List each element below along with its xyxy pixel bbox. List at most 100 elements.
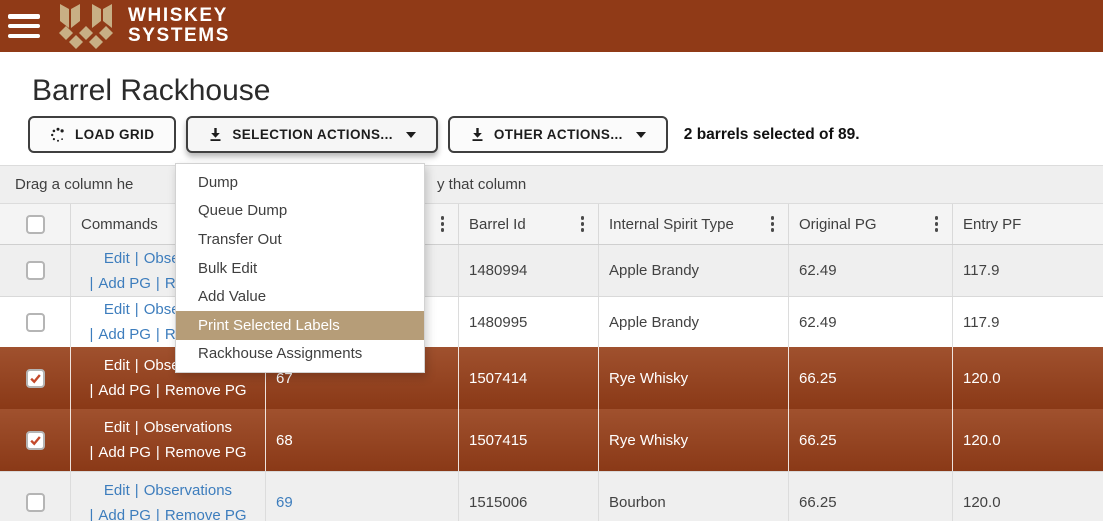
row-select-cell [0, 347, 70, 409]
edit-link[interactable]: Edit [104, 250, 130, 267]
table-row-selected: Edit | Observations | Add PG | Remove PG 68 1… [0, 409, 1103, 471]
menu-item-dump[interactable]: Dump [176, 168, 424, 197]
column-menu-icon[interactable] [437, 210, 449, 238]
remove-pg-link[interactable]: Remove PG [165, 382, 247, 399]
barrel-id-cell: 1515006 [458, 472, 598, 521]
original-pg-cell: 62.49 [788, 245, 952, 296]
brand-name: WHISKEY SYSTEMS [128, 4, 230, 46]
observations-link[interactable]: Observations [144, 482, 232, 499]
row-checkbox[interactable] [25, 261, 45, 280]
menu-item-rackhouse-assignments[interactable]: Rackhouse Assignments [176, 340, 424, 369]
select-all-checkbox[interactable] [25, 214, 45, 234]
edit-link[interactable]: Edit [104, 482, 130, 499]
table-row-selected: Edit|Observations |Add PG|Remove PG 67 1… [0, 347, 1103, 409]
entry-pf-cell: 120.0 [952, 347, 1103, 409]
spirit-type-cell: Rye Whisky [598, 409, 788, 471]
menu-item-bulk-edit[interactable]: Bulk Edit [176, 254, 424, 283]
top-navigation-bar: WHISKEY SYSTEMS [0, 0, 1103, 52]
column-menu-icon[interactable] [767, 210, 779, 238]
commands-cell: Edit|Observations |Add PG|Remove PG [70, 472, 265, 521]
barrel-id-cell: 1480994 [458, 245, 598, 296]
spinner-icon [51, 127, 64, 142]
add-pg-link[interactable]: Add PG [98, 507, 151, 521]
add-pg-link[interactable]: Add PG [98, 444, 151, 461]
edit-link[interactable]: Edit [104, 419, 130, 436]
other-actions-button[interactable]: OTHER ACTIONS... [447, 116, 668, 153]
load-grid-button[interactable]: LOAD GRID [28, 116, 177, 153]
whiskey-systems-logo-icon [59, 4, 113, 49]
toolbar: LOAD GRID SELECTION ACTIONS... OTHER ACT… [28, 116, 860, 153]
original-pg-cell: 66.25 [788, 347, 952, 409]
separator: | [155, 274, 160, 292]
grid-header-row: Commands Barrel Id Internal Spirit Type … [0, 204, 1103, 245]
spirit-type-cell: Apple Brandy [598, 245, 788, 296]
separator: | [89, 274, 94, 292]
commands-cell: Edit|Observations |Add PG|Remove PG [70, 409, 265, 471]
menu-item-add-value[interactable]: Add Value [176, 282, 424, 311]
original-pg-cell: 66.25 [788, 409, 952, 471]
row-checkbox-checked[interactable] [25, 368, 45, 388]
barrel-number-link[interactable]: 69 [276, 494, 293, 511]
remove-pg-link[interactable]: Remove PG [165, 444, 247, 461]
selection-summary: 2 barrels selected of 89. [683, 125, 860, 143]
column-header-barrel-id[interactable]: Barrel Id [458, 204, 598, 244]
select-all-cell [0, 204, 70, 244]
group-by-hint-bar: Drag a column he y that column [0, 166, 1103, 204]
column-menu-icon[interactable] [577, 210, 589, 238]
barrel-number-cell: 68 [265, 409, 458, 471]
edit-link[interactable]: Edit [104, 357, 130, 374]
add-pg-link[interactable]: Add PG [98, 275, 151, 292]
menu-item-print-selected-labels[interactable]: Print Selected Labels [176, 310, 424, 340]
hamburger-menu-icon[interactable] [8, 14, 40, 38]
menu-item-transfer-out[interactable]: Transfer Out [176, 225, 424, 254]
original-pg-cell: 66.25 [788, 472, 952, 521]
menu-item-queue-dump[interactable]: Queue Dump [176, 197, 424, 226]
download-icon [472, 128, 483, 141]
separator: | [155, 382, 160, 399]
edit-link[interactable]: Edit [104, 301, 130, 318]
column-menu-icon[interactable] [931, 210, 943, 238]
add-pg-link[interactable]: Add PG [98, 382, 151, 399]
page-title: Barrel Rackhouse [32, 74, 271, 107]
barrel-number-link[interactable]: 68 [276, 432, 293, 449]
download-icon [210, 128, 221, 141]
barrel-number-cell: 69 [265, 472, 458, 521]
chevron-down-icon [635, 131, 646, 138]
row-select-cell [0, 297, 70, 347]
observations-link[interactable]: Observations [144, 419, 232, 436]
barrel-id-cell: 1480995 [458, 297, 598, 347]
separator: | [89, 444, 94, 461]
separator: | [134, 249, 139, 267]
table-row: Edit|Observations |Add PG|Remove PG 1480… [0, 245, 1103, 296]
selection-actions-menu: Dump Queue Dump Transfer Out Bulk Edit A… [175, 163, 425, 374]
remove-pg-link[interactable]: Remove PG [165, 507, 247, 521]
separator: | [134, 419, 139, 436]
entry-pf-cell: 117.9 [952, 245, 1103, 296]
spirit-type-cell: Rye Whisky [598, 347, 788, 409]
barrel-grid: Drag a column he y that column Commands … [0, 165, 1103, 521]
spirit-type-cell: Bourbon [598, 472, 788, 521]
separator: | [89, 326, 94, 343]
spirit-type-cell: Apple Brandy [598, 297, 788, 347]
column-header-entry-pf[interactable]: Entry PF [952, 204, 1103, 244]
separator: | [89, 382, 94, 399]
separator: | [134, 481, 139, 499]
row-checkbox[interactable] [25, 493, 45, 512]
add-pg-link[interactable]: Add PG [98, 326, 151, 343]
separator: | [155, 506, 160, 521]
row-select-cell [0, 472, 70, 521]
column-header-original-pg[interactable]: Original PG [788, 204, 952, 244]
chevron-down-icon [405, 131, 416, 138]
row-checkbox-checked[interactable] [25, 430, 45, 450]
barrel-id-cell: 1507414 [458, 347, 598, 409]
column-header-internal-spirit-type[interactable]: Internal Spirit Type [598, 204, 788, 244]
separator: | [89, 506, 94, 521]
entry-pf-cell: 120.0 [952, 472, 1103, 521]
separator: | [155, 444, 160, 461]
table-row: Edit | Observations | Add PG | Remove PG 69 1… [0, 471, 1103, 521]
entry-pf-cell: 117.9 [952, 297, 1103, 347]
row-checkbox[interactable] [25, 312, 45, 332]
row-select-cell [0, 409, 70, 471]
separator: | [134, 301, 139, 318]
selection-actions-button[interactable]: SELECTION ACTIONS... [186, 116, 438, 153]
